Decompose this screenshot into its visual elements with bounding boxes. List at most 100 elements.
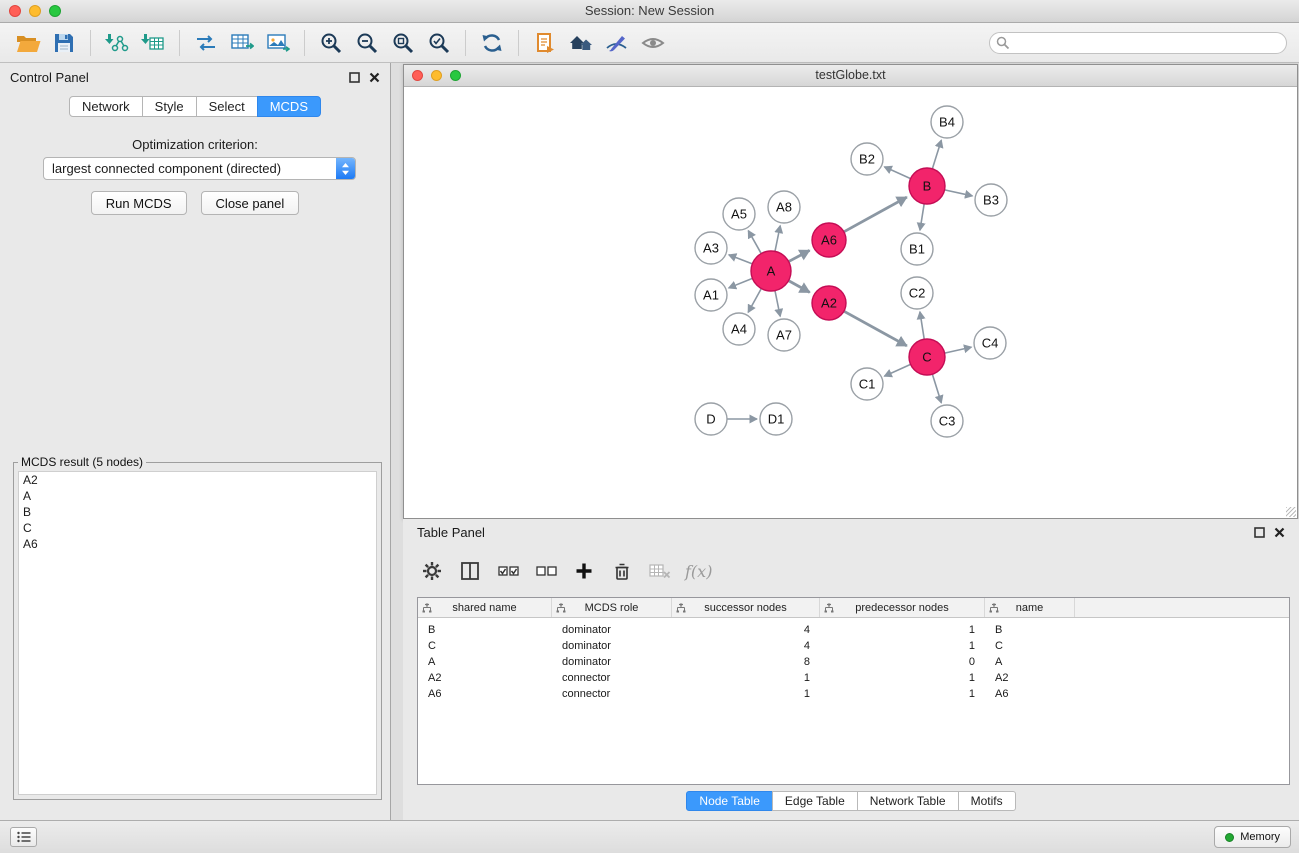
import-network-button[interactable] xyxy=(99,27,135,59)
delete-table-button[interactable] xyxy=(645,556,675,586)
graph-node-C3[interactable]: C3 xyxy=(931,405,963,437)
graph-node-A8[interactable]: A8 xyxy=(768,191,800,223)
table-cell[interactable]: 1 xyxy=(820,670,985,686)
graph-node-A1[interactable]: A1 xyxy=(695,279,727,311)
graph-node-D[interactable]: D xyxy=(695,403,727,435)
search-input[interactable] xyxy=(989,32,1287,54)
table-cell[interactable]: A6 xyxy=(985,686,1075,702)
edge-B-B4[interactable] xyxy=(932,140,941,169)
column-header-name[interactable]: name xyxy=(985,598,1075,617)
mcds-result-list[interactable]: A2ABCA6 xyxy=(18,471,377,795)
edge-A-A6[interactable] xyxy=(789,250,810,261)
window-resize-grip[interactable] xyxy=(1286,507,1296,517)
graph-node-A4[interactable]: A4 xyxy=(723,313,755,345)
graph-node-C[interactable]: C xyxy=(909,339,945,375)
graph-node-A[interactable]: A xyxy=(751,251,791,291)
table-body[interactable]: Bdominator41BCdominator41CAdominator80AA… xyxy=(418,618,1289,784)
import-table-button[interactable] xyxy=(135,27,171,59)
table-cell[interactable]: 1 xyxy=(672,686,820,702)
edge-A-A4[interactable] xyxy=(748,289,761,313)
zoom-out-button[interactable] xyxy=(349,27,385,59)
edge-B-B1[interactable] xyxy=(920,204,924,230)
tab-motifs[interactable]: Motifs xyxy=(958,791,1016,811)
table-cell[interactable]: A xyxy=(418,654,552,670)
table-cell[interactable]: B xyxy=(418,622,552,638)
table-row-b[interactable]: Bdominator41B xyxy=(418,622,1289,638)
graph-node-B4[interactable]: B4 xyxy=(931,106,963,138)
show-columns-button[interactable] xyxy=(455,556,485,586)
export-image-button[interactable] xyxy=(260,27,296,59)
table-cell[interactable]: C xyxy=(418,638,552,654)
edge-A-A5[interactable] xyxy=(748,231,761,254)
memory-button[interactable]: Memory xyxy=(1214,826,1291,848)
table-cell[interactable]: 4 xyxy=(672,622,820,638)
edge-A-A1[interactable] xyxy=(729,278,753,288)
edge-C-C4[interactable] xyxy=(945,347,972,353)
column-header-mcds-role[interactable]: MCDS role xyxy=(552,598,672,617)
result-list-item[interactable]: A xyxy=(19,488,376,504)
close-panel-icon[interactable] xyxy=(369,72,380,83)
edge-A-A8[interactable] xyxy=(775,226,780,252)
graph-node-A3[interactable]: A3 xyxy=(695,232,727,264)
zoom-fit-button[interactable] xyxy=(385,27,421,59)
edge-C-C3[interactable] xyxy=(932,374,941,403)
edge-A6-B[interactable] xyxy=(844,197,907,232)
style-preview-button[interactable] xyxy=(599,27,635,59)
table-cell[interactable]: connector xyxy=(552,686,672,702)
export-table-button[interactable] xyxy=(224,27,260,59)
save-session-button[interactable] xyxy=(46,27,82,59)
table-cell[interactable]: connector xyxy=(552,670,672,686)
graph-node-C4[interactable]: C4 xyxy=(974,327,1006,359)
delete-column-button[interactable] xyxy=(607,556,637,586)
table-cell[interactable]: dominator xyxy=(552,638,672,654)
run-mcds-button[interactable]: Run MCDS xyxy=(91,191,187,215)
table-cell[interactable]: 4 xyxy=(672,638,820,654)
tab-network[interactable]: Network xyxy=(69,96,143,117)
table-options-button[interactable] xyxy=(417,556,447,586)
export-network-button[interactable] xyxy=(188,27,224,59)
column-header-shared-name[interactable]: shared name xyxy=(418,598,552,617)
optimization-criterion-dropdown[interactable]: largest connected component (directed) xyxy=(43,157,356,180)
open-document-button[interactable] xyxy=(527,27,563,59)
table-row-a[interactable]: Adominator80A xyxy=(418,654,1289,670)
table-cell[interactable]: A2 xyxy=(985,670,1075,686)
tab-node-table[interactable]: Node Table xyxy=(686,791,773,811)
float-panel-icon[interactable] xyxy=(1254,527,1265,538)
zoom-in-button[interactable] xyxy=(313,27,349,59)
table-row-c[interactable]: Cdominator41C xyxy=(418,638,1289,654)
graph-node-A6[interactable]: A6 xyxy=(812,223,846,257)
network-canvas[interactable]: B4B2BB3B1A5A8A6A3AA1A2C2A4A7CC4C1C3DD1 xyxy=(404,87,1297,518)
open-session-button[interactable] xyxy=(10,27,46,59)
close-panel-button[interactable]: Close panel xyxy=(201,191,300,215)
window-close-button[interactable] xyxy=(9,5,21,17)
table-cell[interactable]: 0 xyxy=(820,654,985,670)
table-cell[interactable]: dominator xyxy=(552,622,672,638)
table-cell[interactable]: 1 xyxy=(820,686,985,702)
network-window-close-button[interactable] xyxy=(412,70,423,81)
add-column-button[interactable] xyxy=(569,556,599,586)
edge-C-C2[interactable] xyxy=(920,312,924,339)
graph-node-B3[interactable]: B3 xyxy=(975,184,1007,216)
result-list-item[interactable]: A6 xyxy=(19,536,376,552)
window-minimize-button[interactable] xyxy=(29,5,41,17)
graph-node-A2[interactable]: A2 xyxy=(812,286,846,320)
graph-node-A7[interactable]: A7 xyxy=(768,319,800,351)
table-cell[interactable]: 8 xyxy=(672,654,820,670)
table-row-a2[interactable]: A2connector11A2 xyxy=(418,670,1289,686)
edge-A-A7[interactable] xyxy=(775,291,780,317)
result-list-item[interactable]: B xyxy=(19,504,376,520)
edge-A-A3[interactable] xyxy=(729,255,753,264)
show-hide-graphics-button[interactable] xyxy=(635,27,671,59)
tab-edge-table[interactable]: Edge Table xyxy=(772,791,858,811)
result-list-item[interactable]: A2 xyxy=(19,472,376,488)
graph-node-A5[interactable]: A5 xyxy=(723,198,755,230)
graph-node-C1[interactable]: C1 xyxy=(851,368,883,400)
table-row-a6[interactable]: A6connector11A6 xyxy=(418,686,1289,702)
select-all-columns-button[interactable] xyxy=(493,556,523,586)
network-window-titlebar[interactable]: testGlobe.txt xyxy=(404,65,1297,87)
zoom-selected-button[interactable] xyxy=(421,27,457,59)
network-window-zoom-button[interactable] xyxy=(450,70,461,81)
table-cell[interactable]: C xyxy=(985,638,1075,654)
result-list-item[interactable]: C xyxy=(19,520,376,536)
graph-node-D1[interactable]: D1 xyxy=(760,403,792,435)
